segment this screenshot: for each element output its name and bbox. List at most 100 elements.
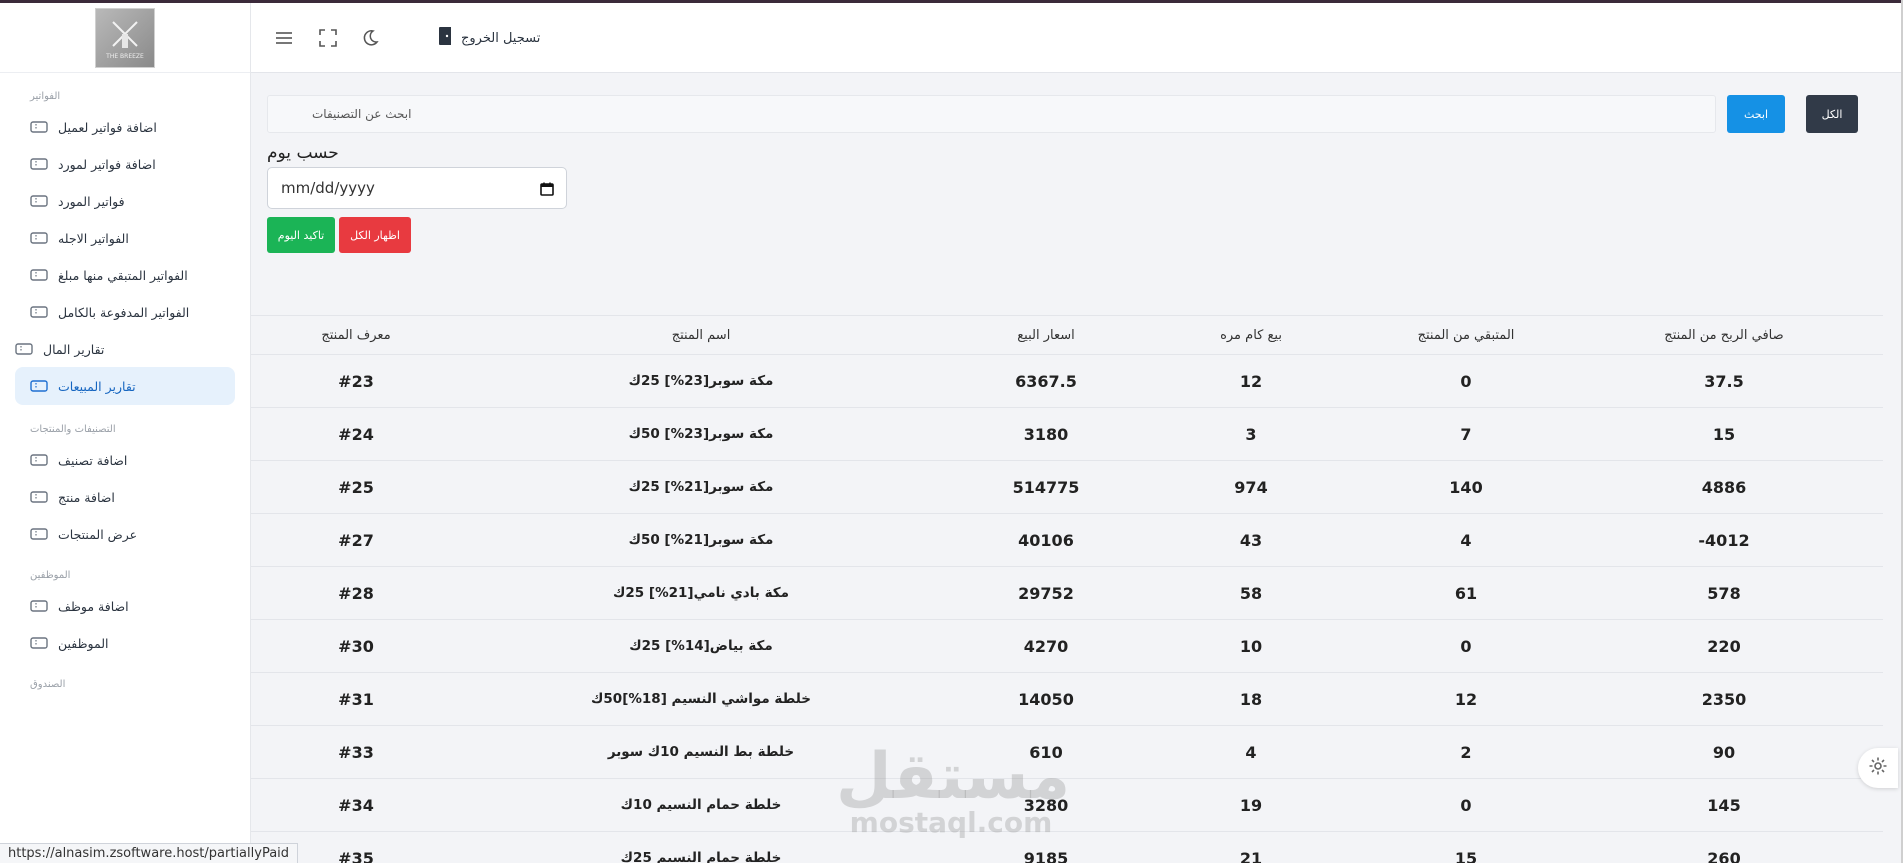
confirm-day-button[interactable]: تاكيد اليوم xyxy=(267,217,335,253)
sidebar-item-fully-paid-invoices[interactable]: الفواتير المدفوعة بالكامل xyxy=(15,293,235,331)
table-row: #33 خلطة بط النسيم 10ك سوبر 610 4 2 90 xyxy=(251,726,1883,779)
header-times-sold[interactable]: بيع كام مره xyxy=(1151,316,1351,354)
show-all-button[interactable]: اظهار الكل xyxy=(339,217,411,253)
ticket-icon xyxy=(15,342,33,356)
cell-net-profit: 578 xyxy=(1707,583,1741,603)
cell-product-name: خلطة حمام النسيم 10ك xyxy=(620,797,782,813)
table-row: #27 مكة سوبر[21%] 50ك 40106 43 4 -4012 xyxy=(251,514,1883,567)
cell-times-sold: 10 xyxy=(1239,636,1263,656)
section-categories-products: التصنيفات والمنتجات xyxy=(30,424,116,435)
header-sale-price[interactable]: اسعار البيع xyxy=(941,316,1151,354)
cell-sale-price: 6367.5 xyxy=(1015,371,1077,391)
section-cashbox: الصندوق xyxy=(30,679,66,690)
cell-remaining: 0 xyxy=(1460,371,1472,391)
cell-times-sold: 974 xyxy=(1234,477,1268,497)
gear-icon xyxy=(1868,756,1888,780)
search-field[interactable] xyxy=(267,95,1716,133)
status-url: https://alnasim.zsoftware.host/partially… xyxy=(0,843,299,863)
cell-product-id: #33 xyxy=(338,742,374,762)
cell-product-name: خلطة حمام النسيم 25ك xyxy=(620,850,782,863)
cell-remaining: 15 xyxy=(1454,848,1478,863)
cell-product-id: #28 xyxy=(338,583,374,603)
cell-remaining: 0 xyxy=(1460,795,1472,815)
cell-remaining: 140 xyxy=(1449,477,1483,497)
cell-product-id: #24 xyxy=(338,424,374,444)
all-button[interactable]: الكل xyxy=(1806,95,1858,133)
ticket-icon xyxy=(30,453,48,467)
sidebar-item-sales-reports[interactable]: تقارير المبيعات xyxy=(15,367,235,405)
sidebar-item-label: تقارير المال xyxy=(43,341,105,357)
cell-times-sold: 21 xyxy=(1239,848,1263,863)
cell-times-sold: 58 xyxy=(1239,583,1263,603)
section-invoices: الفواتير xyxy=(30,91,61,102)
ticket-icon xyxy=(30,490,48,504)
cell-sale-price: 610 xyxy=(1029,742,1063,762)
logout-button[interactable]: تسجيل الخروج xyxy=(437,26,540,50)
header-product-id[interactable]: معرف المنتج xyxy=(251,316,461,354)
sidebar-item-add-employee[interactable]: اضافة موظف xyxy=(15,587,235,625)
ticket-icon xyxy=(30,157,48,171)
cell-sale-price: 3180 xyxy=(1023,424,1069,444)
dark-mode-icon[interactable] xyxy=(359,27,381,49)
calendar-icon[interactable] xyxy=(540,181,554,196)
top-header: تسجيل الخروج xyxy=(251,3,1901,73)
cell-times-sold: 43 xyxy=(1239,530,1263,550)
fullscreen-icon[interactable] xyxy=(317,27,339,49)
logout-label: تسجيل الخروج xyxy=(461,30,541,46)
ticket-icon xyxy=(30,120,48,134)
ticket-icon xyxy=(30,194,48,208)
cell-times-sold: 3 xyxy=(1245,424,1257,444)
cell-product-id: #31 xyxy=(338,689,374,709)
sidebar-item-employees[interactable]: الموظفين xyxy=(15,624,235,662)
cell-sale-price: 14050 xyxy=(1018,689,1074,709)
cell-product-id: #34 xyxy=(338,795,374,815)
sidebar-item-label: الموظفين xyxy=(58,635,109,651)
sidebar-item-add-supplier-invoice[interactable]: اضافة فواتير لمورد xyxy=(15,145,235,183)
header-net-profit[interactable]: صافي الربح من المنتج xyxy=(1581,316,1867,354)
cell-product-id: #27 xyxy=(338,530,374,550)
table-row: #31 خلطة مواشي النسيم [18%]50ك 14050 18 … xyxy=(251,673,1883,726)
search-input[interactable] xyxy=(268,96,1715,132)
cell-product-id: #30 xyxy=(338,636,374,656)
sidebar-item-add-category[interactable]: اضافة تصنيف xyxy=(15,441,235,479)
table-row: #28 مكة بادي نامي[21%] 25ك 29752 58 61 5… xyxy=(251,567,1883,620)
sidebar-item-add-product[interactable]: اضافة منتج xyxy=(15,478,235,516)
cell-times-sold: 18 xyxy=(1239,689,1263,709)
cell-product-name: مكة سوبر[23%] 25ك xyxy=(628,373,774,389)
cell-product-id: #23 xyxy=(338,371,374,391)
header-remaining[interactable]: المتبقي من المنتج xyxy=(1351,316,1581,354)
cell-net-profit: -4012 xyxy=(1698,530,1750,550)
cell-sale-price: 4270 xyxy=(1023,636,1069,656)
menu-icon[interactable] xyxy=(273,27,295,49)
sidebar-item-label: فواتير المورد xyxy=(58,193,125,209)
sidebar-item-label: اضافة منتج xyxy=(58,489,115,505)
sidebar-item-label: اضافة موظف xyxy=(58,598,129,614)
sidebar-item-supplier-invoices[interactable]: فواتير المورد xyxy=(15,182,235,220)
sidebar-item-view-products[interactable]: عرض المنتجات xyxy=(15,515,235,553)
sidebar-item-add-customer-invoice[interactable]: اضافة فواتير لعميل xyxy=(15,108,235,146)
ticket-icon xyxy=(30,379,48,393)
sidebar-item-label: الفواتير المدفوعة بالكامل xyxy=(58,304,190,320)
settings-button[interactable] xyxy=(1858,748,1898,788)
brand-logo[interactable]: THE BREEZE xyxy=(95,7,155,68)
header-product-name[interactable]: اسم المنتج xyxy=(461,316,941,354)
search-button[interactable]: ابحث xyxy=(1727,95,1785,133)
table-row: #24 مكة سوبر[23%] 50ك 3180 3 7 15 xyxy=(251,408,1883,461)
cell-product-name: مكة بادي نامي[21%] 25ك xyxy=(613,585,789,601)
sidebar-item-money-reports[interactable]: تقارير المال xyxy=(15,330,235,368)
cell-sale-price: 3280 xyxy=(1023,795,1069,815)
cell-net-profit: 260 xyxy=(1707,848,1741,863)
date-input[interactable]: mm/dd/yyyy xyxy=(267,167,567,209)
cell-product-name: خلطة مواشي النسيم [18%]50ك xyxy=(591,691,811,707)
table-row: #23 مكة سوبر[23%] 25ك 6367.5 12 0 37.5 xyxy=(251,355,1883,408)
cell-sale-price: 514775 xyxy=(1012,477,1080,497)
date-placeholder: mm/dd/yyyy xyxy=(281,179,375,197)
cell-product-name: مكة سوبر[21%] 50ك xyxy=(628,532,774,548)
ticket-icon xyxy=(30,305,48,319)
sidebar-item-deferred-invoices[interactable]: الفواتير الاجله xyxy=(15,219,235,257)
sidebar-item-partially-paid-invoices[interactable]: الفواتير المتبقي منها مبلغ xyxy=(15,256,235,294)
sidebar-item-label: الفواتير المتبقي منها مبلغ xyxy=(58,267,188,283)
cell-sale-price: 40106 xyxy=(1018,530,1074,550)
cell-net-profit: 37.5 xyxy=(1704,371,1744,391)
table-row: #25 مكة سوبر[21%] 25ك 514775 974 140 488… xyxy=(251,461,1883,514)
